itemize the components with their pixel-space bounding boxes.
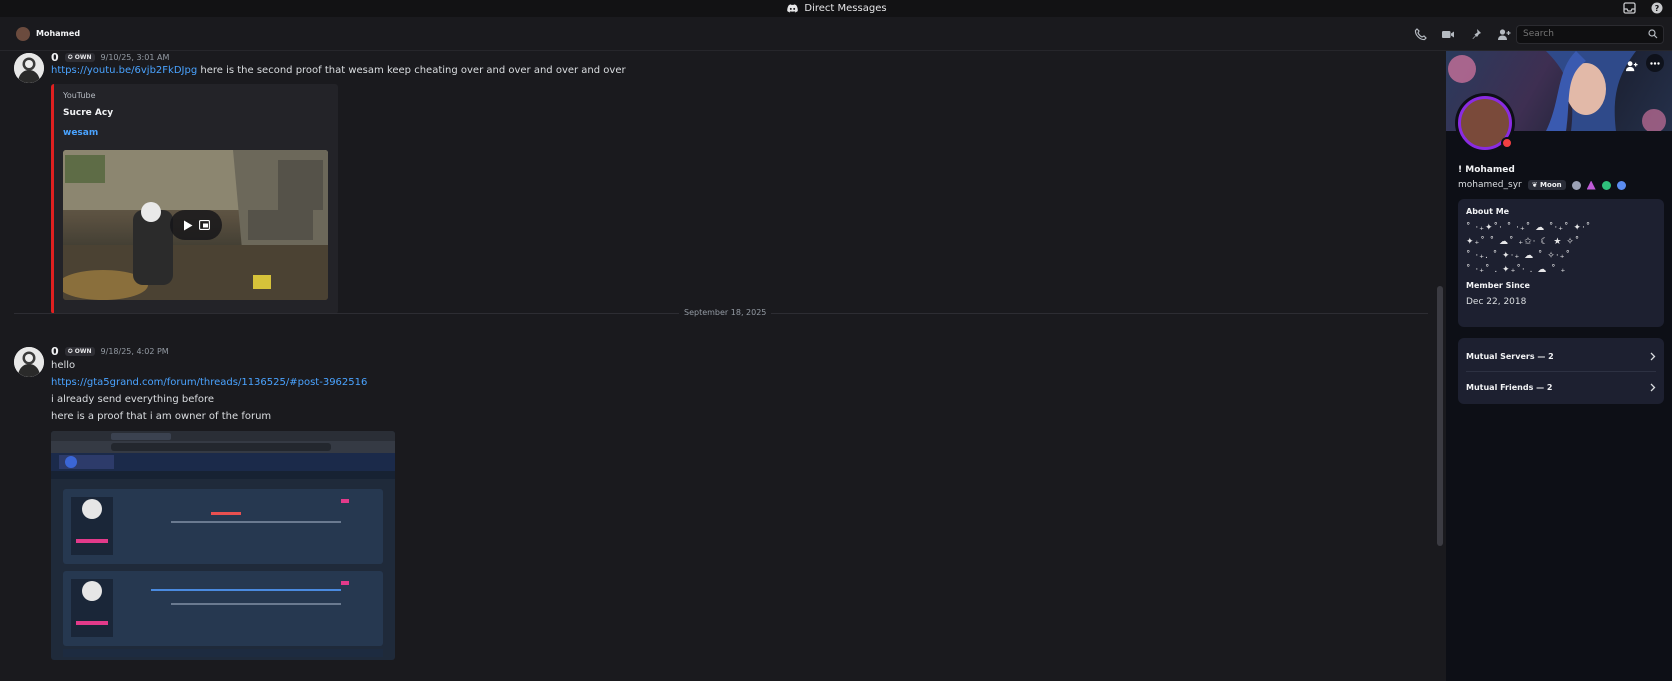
member-since-title: Member Since <box>1466 281 1530 290</box>
clan-tag[interactable]: ✪ OWN <box>64 53 95 62</box>
message-author[interactable]: 0 <box>51 345 59 358</box>
embed-title[interactable]: wesam <box>63 128 98 138</box>
about-card: About Me ˚ ‧₊✦˚‧ ˚ ‧₊˚ ☁ ˚‧₊˚ ✦‧˚ ✦₊˚ ˚ … <box>1458 199 1664 327</box>
embed-provider[interactable]: YouTube <box>63 91 96 100</box>
badge-icon[interactable] <box>1601 180 1611 190</box>
mutual-friends-row[interactable]: Mutual Friends — 2 <box>1458 372 1664 402</box>
clan-tag-label: OWN <box>74 348 92 355</box>
badge-icon[interactable] <box>1571 180 1581 190</box>
badge-icon[interactable] <box>1586 180 1596 190</box>
youtube-embed: YouTube Sucre Acy wesam <box>51 84 338 314</box>
dm-recipient-name: Mohamed <box>36 29 81 38</box>
message-header: 0 ✪ OWN 9/18/25, 4:02 PM <box>51 345 169 358</box>
message-timestamp: 9/10/25, 3:01 AM <box>100 53 170 62</box>
discord-icon <box>785 2 799 16</box>
inbox-icon[interactable] <box>1622 1 1636 15</box>
profile-display-name: ! Mohamed <box>1458 165 1515 175</box>
message-content: https://youtu.be/6vjb2FkDJpg here is the… <box>51 65 626 76</box>
avatar[interactable] <box>14 347 44 377</box>
add-friend-icon[interactable] <box>1625 57 1638 76</box>
video-thumbnail[interactable] <box>63 150 328 300</box>
message-header: 0 ✪ OWN 9/10/25, 3:01 AM <box>51 51 169 64</box>
play-button[interactable] <box>170 210 222 240</box>
message-text: hello <box>51 360 76 371</box>
date-divider-label: September 18, 2025 <box>679 308 772 317</box>
clan-tag-label: Moon <box>1540 181 1562 189</box>
mutuals-card: Mutual Servers — 2 Mutual Friends — 2 <box>1458 338 1664 404</box>
dm-header: Mohamed <box>0 17 1672 51</box>
clan-tag[interactable]: ✪ OWN <box>64 347 95 356</box>
window-title: Direct Messages <box>804 3 887 14</box>
play-icon <box>183 220 192 230</box>
avatar[interactable] <box>16 26 30 41</box>
clan-tag[interactable]: ❦ Moon <box>1527 180 1566 190</box>
title-bar: Direct Messages ? <box>0 0 1672 17</box>
scrollbar[interactable] <box>1437 286 1443 546</box>
embed-author[interactable]: Sucre Acy <box>63 108 113 118</box>
pin-icon[interactable] <box>1468 26 1484 42</box>
add-friend-icon[interactable] <box>1496 26 1512 42</box>
popout-icon <box>198 220 210 230</box>
message-text: i already send everything before <box>51 394 215 405</box>
message-link[interactable]: https://gta5grand.com/forum/threads/1136… <box>51 377 367 388</box>
help-icon[interactable]: ? <box>1650 1 1664 15</box>
video-icon[interactable] <box>1440 26 1456 42</box>
badge-icon[interactable] <box>1616 180 1626 190</box>
search-input[interactable] <box>1523 29 1643 39</box>
message-list: 0 ✪ OWN 9/10/25, 3:01 AM https://youtu.b… <box>0 51 1446 681</box>
dm-recipient[interactable]: Mohamed <box>16 26 81 41</box>
message-link[interactable]: https://youtu.be/6vjb2FkDJpg <box>51 65 197 76</box>
status-indicator <box>1501 137 1513 149</box>
display-name-text: Mohamed <box>1465 165 1515 175</box>
profile-username: mohamed_syr <box>1458 180 1522 190</box>
message-timestamp: 9/18/25, 4:02 PM <box>100 347 169 356</box>
profile-panel: ! Mohamed mohamed_syr ❦ Moon About Me ˚ … <box>1446 51 1672 681</box>
call-icon[interactable] <box>1412 26 1428 42</box>
search-box[interactable] <box>1516 25 1664 44</box>
message-author[interactable]: 0 <box>51 51 59 64</box>
chevron-right-icon <box>1650 383 1656 391</box>
svg-text:?: ? <box>1655 4 1660 13</box>
more-icon[interactable] <box>1646 54 1664 72</box>
mutual-servers-row[interactable]: Mutual Servers — 2 <box>1458 341 1664 371</box>
clan-tag-label: OWN <box>74 54 92 61</box>
mutual-friends-label: Mutual Friends — 2 <box>1466 382 1553 392</box>
about-text: ˚ ‧₊✦˚‧ ˚ ‧₊˚ ☁ ˚‧₊˚ ✦‧˚ ✦₊˚ ˚ ☁˚ ₊✩‧ ☾ … <box>1466 223 1592 275</box>
about-title: About Me <box>1466 207 1510 216</box>
profile-username-row: mohamed_syr ❦ Moon <box>1458 180 1626 190</box>
message-text: here is the second proof that wesam keep… <box>200 65 626 76</box>
mutual-servers-label: Mutual Servers — 2 <box>1466 351 1554 361</box>
message-text: here is a proof that i am owner of the f… <box>51 411 272 422</box>
member-since-date: Dec 22, 2018 <box>1466 297 1527 307</box>
search-icon <box>1648 29 1658 42</box>
avatar[interactable] <box>14 53 44 83</box>
image-attachment[interactable] <box>51 431 395 660</box>
chevron-right-icon <box>1650 352 1656 360</box>
